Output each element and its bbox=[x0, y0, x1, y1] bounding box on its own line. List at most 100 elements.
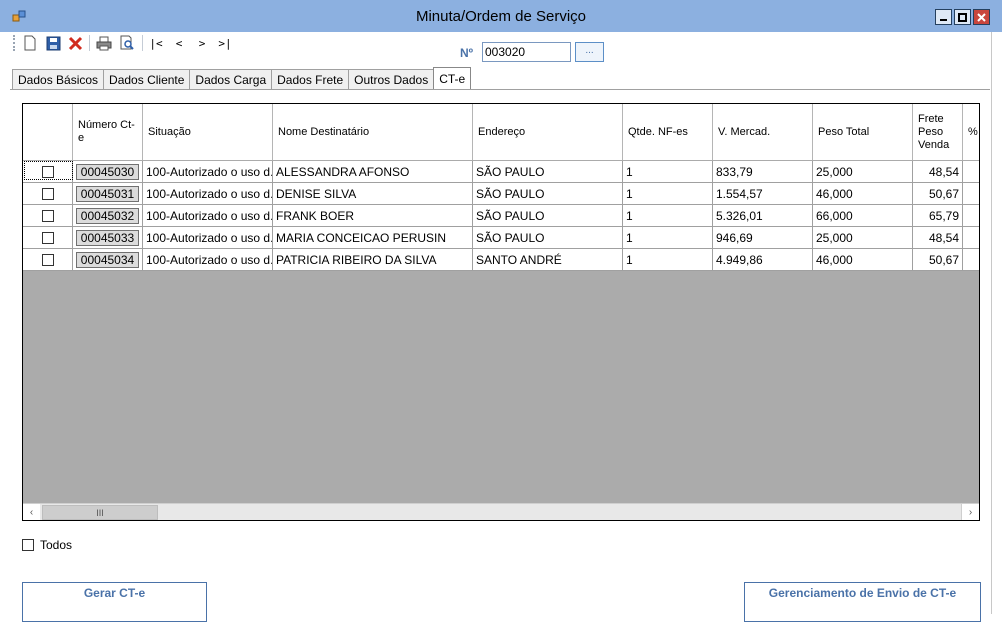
peso-cell: 25,000 bbox=[813, 161, 913, 182]
table-row[interactable]: 00045031 100-Autorizado o uso d... DENIS… bbox=[23, 183, 979, 205]
header-destinatario[interactable]: Nome Destinatário bbox=[273, 104, 473, 160]
header-frete[interactable]: Frete Peso Venda bbox=[913, 104, 963, 160]
close-button[interactable] bbox=[973, 9, 990, 25]
print-preview-button[interactable] bbox=[118, 34, 136, 52]
peso-cell: 66,000 bbox=[813, 205, 913, 226]
next-record-button[interactable]: > bbox=[193, 34, 211, 52]
header-select[interactable] bbox=[23, 104, 73, 160]
row-checkbox[interactable] bbox=[41, 253, 54, 266]
last-record-button[interactable]: >| bbox=[216, 34, 234, 52]
numero-cell: 00045030 bbox=[73, 161, 143, 182]
destinatario-cell: DENISE SILVA bbox=[273, 183, 473, 204]
window-right-edge bbox=[991, 32, 1002, 614]
print-button[interactable] bbox=[95, 34, 113, 52]
table-row[interactable]: 00045034 100-Autorizado o uso d... PATRI… bbox=[23, 249, 979, 271]
destinatario-cell: MARIA CONCEICAO PERUSIN bbox=[273, 227, 473, 248]
row-checkbox[interactable] bbox=[41, 165, 54, 178]
vmercad-cell: 5.326,01 bbox=[713, 205, 813, 226]
cte-number-button[interactable]: 00045030 bbox=[76, 163, 139, 180]
vmercad-cell: 4.949,86 bbox=[713, 249, 813, 270]
delete-button[interactable] bbox=[66, 34, 84, 52]
new-button[interactable] bbox=[21, 34, 39, 52]
endereco-cell: SANTO ANDRÉ bbox=[473, 249, 623, 270]
gerar-cte-button[interactable]: Gerar CT-e bbox=[22, 582, 207, 622]
close-icon bbox=[977, 12, 986, 22]
table-row[interactable]: 00045030 100-Autorizado o uso d... ALESS… bbox=[23, 161, 979, 183]
gerenciamento-envio-cte-button[interactable]: Gerenciamento de Envio de CT-e bbox=[744, 582, 981, 622]
qtde-cell: 1 bbox=[623, 249, 713, 270]
header-percent[interactable]: % Ve bbox=[963, 104, 979, 160]
tab-dados-carga[interactable]: Dados Carga bbox=[189, 69, 273, 89]
tab-dados-basicos[interactable]: Dados Básicos bbox=[12, 69, 105, 89]
percent-cell bbox=[963, 227, 979, 248]
row-checkbox[interactable] bbox=[41, 231, 54, 244]
frete-cell: 48,54 bbox=[913, 161, 963, 182]
print-preview-icon bbox=[120, 35, 134, 50]
frete-cell: 50,67 bbox=[913, 249, 963, 270]
cte-number-button[interactable]: 00045032 bbox=[76, 207, 139, 224]
title-bar: Minuta/Ordem de Serviço bbox=[0, 0, 1002, 32]
previous-record-button[interactable]: < bbox=[170, 34, 188, 52]
header-peso[interactable]: Peso Total bbox=[813, 104, 913, 160]
percent-cell bbox=[963, 183, 979, 204]
numero-cell: 00045031 bbox=[73, 183, 143, 204]
save-icon bbox=[46, 36, 60, 50]
endereco-cell: SÃO PAULO bbox=[473, 205, 623, 226]
table-row[interactable]: 00045032 100-Autorizado o uso d... FRANK… bbox=[23, 205, 979, 227]
maximize-button[interactable] bbox=[954, 9, 971, 25]
row-select-cell bbox=[23, 183, 73, 204]
tab-dados-cliente[interactable]: Dados Cliente bbox=[103, 69, 191, 89]
row-select-cell bbox=[23, 161, 73, 182]
row-checkbox[interactable] bbox=[41, 209, 54, 222]
row-checkbox[interactable] bbox=[41, 187, 54, 200]
numero-cell: 00045034 bbox=[73, 249, 143, 270]
first-record-button[interactable]: |< bbox=[147, 34, 165, 52]
scroll-right-icon[interactable]: › bbox=[961, 504, 979, 520]
header-qtde[interactable]: Qtde. NF-es bbox=[623, 104, 713, 160]
table-row[interactable]: 00045033 100-Autorizado o uso d... MARIA… bbox=[23, 227, 979, 249]
destinatario-cell: ALESSANDRA AFONSO bbox=[273, 161, 473, 182]
percent-cell bbox=[963, 205, 979, 226]
cte-number-button[interactable]: 00045033 bbox=[76, 229, 139, 246]
horizontal-scrollbar[interactable]: ‹ III › bbox=[23, 503, 979, 520]
delete-icon bbox=[68, 36, 82, 50]
frete-cell: 48,54 bbox=[913, 227, 963, 248]
cte-number-button[interactable]: 00045034 bbox=[76, 251, 139, 268]
cte-grid[interactable]: Número Ct-e Situação Nome Destinatário E… bbox=[22, 103, 980, 521]
save-button[interactable] bbox=[44, 34, 62, 52]
endereco-cell: SÃO PAULO bbox=[473, 227, 623, 248]
peso-cell: 46,000 bbox=[813, 183, 913, 204]
row-select-cell bbox=[23, 205, 73, 226]
row-select-cell bbox=[23, 249, 73, 270]
number-label: Nº bbox=[460, 46, 474, 60]
header-vmercad[interactable]: V. Mercad. bbox=[713, 104, 813, 160]
header-endereco[interactable]: Endereço bbox=[473, 104, 623, 160]
destinatario-cell: PATRICIA RIBEIRO DA SILVA bbox=[273, 249, 473, 270]
minimize-icon bbox=[940, 18, 947, 21]
grid-header: Número Ct-e Situação Nome Destinatário E… bbox=[23, 104, 979, 161]
toolbar-grip[interactable] bbox=[13, 35, 17, 51]
qtde-cell: 1 bbox=[623, 227, 713, 248]
select-all-option[interactable]: Todos bbox=[22, 538, 72, 552]
header-numero[interactable]: Número Ct-e bbox=[73, 104, 143, 160]
situacao-cell: 100-Autorizado o uso d... bbox=[143, 249, 273, 270]
scroll-thumb[interactable]: III bbox=[42, 505, 158, 520]
header-situacao[interactable]: Situação bbox=[143, 104, 273, 160]
cte-number-button[interactable]: 00045031 bbox=[76, 185, 139, 202]
toolbar-separator bbox=[89, 35, 90, 51]
new-document-icon bbox=[24, 35, 36, 51]
select-all-checkbox[interactable] bbox=[22, 539, 34, 551]
tab-ct-e[interactable]: CT-e bbox=[433, 67, 472, 89]
peso-cell: 25,000 bbox=[813, 227, 913, 248]
minimize-button[interactable] bbox=[935, 9, 952, 25]
tab-strip: Dados Básicos Dados Cliente Dados Carga … bbox=[12, 67, 472, 90]
number-lookup-button[interactable]: ... bbox=[575, 42, 604, 62]
numero-cell: 00045033 bbox=[73, 227, 143, 248]
number-input[interactable] bbox=[482, 42, 571, 62]
tab-outros-dados[interactable]: Outros Dados bbox=[348, 69, 435, 89]
tab-dados-frete[interactable]: Dados Frete bbox=[271, 69, 350, 89]
numero-cell: 00045032 bbox=[73, 205, 143, 226]
qtde-cell: 1 bbox=[623, 161, 713, 182]
scroll-left-icon[interactable]: ‹ bbox=[23, 504, 40, 520]
situacao-cell: 100-Autorizado o uso d... bbox=[143, 183, 273, 204]
